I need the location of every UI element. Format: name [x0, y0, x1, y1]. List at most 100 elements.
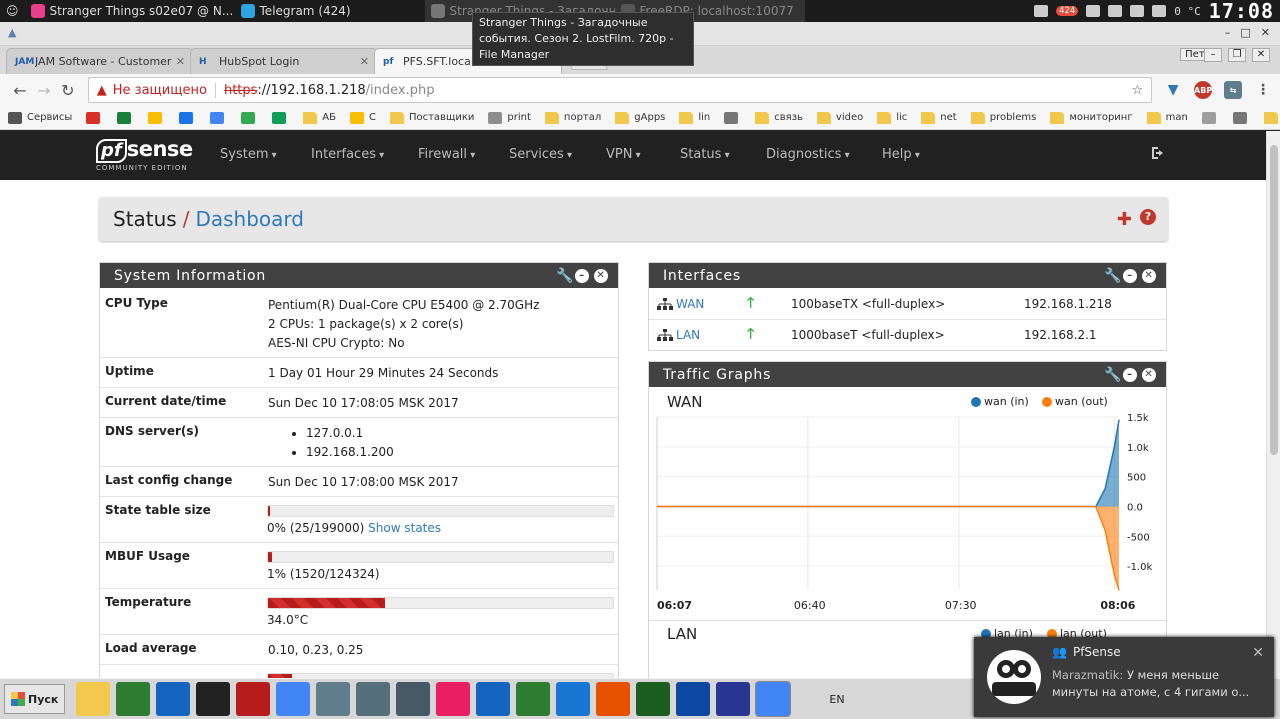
close-icon[interactable]: ✕ [1142, 367, 1156, 382]
extension-icon[interactable]: ⇆ [1224, 81, 1243, 99]
warning-icon[interactable]: ▲ [97, 83, 107, 98]
bookmark-item[interactable] [1201, 111, 1221, 124]
bookmark-item[interactable] [724, 111, 743, 124]
interface-lan-link[interactable]: LAN [657, 328, 747, 342]
telegram-badge[interactable]: 424 [1056, 6, 1079, 16]
burp-icon[interactable] [596, 682, 631, 716]
bookmark-item[interactable]: Сервисы [8, 111, 72, 124]
bookmark-item[interactable]: Поставщики [389, 111, 474, 124]
chrome2-icon[interactable] [755, 681, 792, 717]
vivaldi-ext-icon[interactable]: ▼ [1164, 81, 1182, 99]
network-icon[interactable] [476, 682, 511, 716]
bookmark-item[interactable]: С [349, 111, 376, 124]
os-task[interactable]: Telegram (424) [235, 0, 425, 22]
menu-system[interactable]: System [220, 147, 277, 162]
os-task[interactable]: Stranger Things s02e07 @ N... [25, 0, 235, 22]
bookmark-item[interactable] [1232, 111, 1252, 124]
bookmark-item[interactable] [179, 111, 198, 124]
collapse-icon[interactable]: – [1123, 367, 1137, 382]
tab-close-icon[interactable]: ✕ [176, 55, 185, 68]
breadcrumb-section[interactable]: Status [113, 207, 177, 231]
signal-icon[interactable] [1108, 5, 1123, 17]
bookmark-item[interactable] [241, 111, 260, 124]
volume-icon[interactable] [1130, 5, 1145, 17]
bookmark-item[interactable]: портал [544, 111, 601, 124]
window1-icon[interactable] [316, 682, 351, 716]
excel-icon[interactable] [636, 682, 671, 716]
reload-icon[interactable]: ↻ [56, 81, 80, 100]
vbox-icon[interactable] [156, 682, 191, 716]
bookmark-item[interactable]: связь [755, 111, 803, 124]
clock-time[interactable]: 17:08 [1209, 0, 1274, 23]
menu-services[interactable]: Services [509, 147, 572, 162]
restore-icon[interactable]: ❐ [1228, 48, 1246, 62]
minimize-icon[interactable]: – [1225, 26, 1231, 39]
insecure-label[interactable]: Не защищено [113, 82, 216, 98]
bookmark-item[interactable] [86, 111, 105, 124]
bookmark-item[interactable]: gApps [615, 111, 665, 124]
language-indicator[interactable]: EN [829, 693, 844, 706]
weather-label[interactable]: 0 °C [1174, 5, 1201, 18]
menu-interfaces[interactable]: Interfaces [311, 147, 384, 162]
vnc-icon[interactable] [676, 682, 711, 716]
menu-help[interactable]: Help [882, 147, 920, 162]
scrollbar-thumb[interactable] [1270, 145, 1278, 455]
os-menu-button[interactable]: ☺ [0, 0, 25, 22]
bluetooth-icon[interactable] [1086, 5, 1101, 17]
bookmark-item[interactable]: АБ [303, 111, 336, 124]
monitor-icon[interactable] [116, 682, 151, 716]
terminal-icon[interactable] [196, 682, 231, 716]
wrench-icon[interactable]: 🔧 [556, 269, 573, 283]
telegram-notification[interactable]: 👥 PfSense ✕ Marazmatik: У меня меньше мин… [974, 637, 1274, 717]
window3-icon[interactable] [396, 682, 431, 716]
maximize-icon[interactable]: □ [1240, 26, 1250, 39]
pfsense-logo[interactable]: pf sense COMMUNITY EDITION [96, 137, 193, 172]
page-scrollbar[interactable] [1266, 131, 1280, 678]
tab-close-icon[interactable]: ✕ [360, 55, 369, 68]
menu-diagnostics[interactable]: Diagnostics [766, 147, 850, 162]
star-icon[interactable]: ☆ [1132, 83, 1144, 98]
bookmark-item[interactable]: net [921, 111, 957, 124]
mail-icon[interactable] [1152, 5, 1167, 17]
address-bar[interactable]: ▲ Не защищено https ://192.168.1.218 /in… [87, 77, 1153, 103]
wrench-icon[interactable]: 🔧 [1104, 269, 1121, 283]
menu-vpn[interactable]: VPN [606, 147, 641, 162]
bookmark-item[interactable]: мониторинг [1050, 111, 1133, 124]
close-icon[interactable]: ✕ [1252, 645, 1264, 661]
browser-tab[interactable]: JAM JAM Software - Customer A ✕ [6, 48, 194, 74]
logout-icon[interactable] [1150, 145, 1166, 161]
bookmark-item[interactable]: AD [1263, 111, 1280, 124]
bookmark-item[interactable] [272, 111, 291, 124]
close-icon[interactable]: ✕ [1261, 26, 1270, 39]
close-icon[interactable]: ✕ [594, 268, 608, 283]
show-states-link[interactable]: Show states [368, 521, 441, 535]
bookmark-item[interactable] [148, 111, 167, 124]
menu-firewall[interactable]: Firewall [418, 147, 475, 162]
browser-tab[interactable]: H HubSpot Login ✕ [190, 48, 378, 74]
collapse-icon[interactable]: – [1123, 268, 1137, 283]
grid-icon[interactable] [436, 682, 471, 716]
bookmark-item[interactable]: lic [877, 111, 907, 124]
rdp-icon[interactable] [556, 682, 591, 716]
start-button[interactable]: Пуск [4, 684, 66, 714]
minimize-icon[interactable]: – [1204, 48, 1222, 62]
breadcrumb-page[interactable]: Dashboard [195, 207, 304, 231]
bookmark-item[interactable] [117, 111, 136, 124]
bookmark-item[interactable]: print [488, 111, 531, 124]
collapse-icon[interactable]: – [575, 268, 589, 283]
close-icon[interactable]: ✕ [1142, 268, 1156, 283]
add-widget-icon[interactable]: ✚ [1117, 209, 1132, 230]
bookmark-item[interactable]: video [816, 111, 863, 124]
wrench-icon[interactable]: 🔧 [1104, 368, 1121, 382]
forward-icon[interactable]: → [32, 81, 56, 100]
menu-icon[interactable]: ⋮ [1254, 81, 1272, 99]
menu-status[interactable]: Status [680, 147, 730, 162]
bookmark-item[interactable] [210, 111, 229, 124]
adblock-icon[interactable]: ABP [1194, 81, 1212, 99]
tree-icon[interactable] [516, 682, 551, 716]
back-icon[interactable]: ← [8, 81, 32, 100]
interface-wan-link[interactable]: WAN [657, 297, 747, 311]
close-icon[interactable]: ✕ [1252, 48, 1270, 62]
keyboard-icon[interactable] [1034, 5, 1049, 17]
help-icon[interactable]: ? [1140, 208, 1156, 225]
